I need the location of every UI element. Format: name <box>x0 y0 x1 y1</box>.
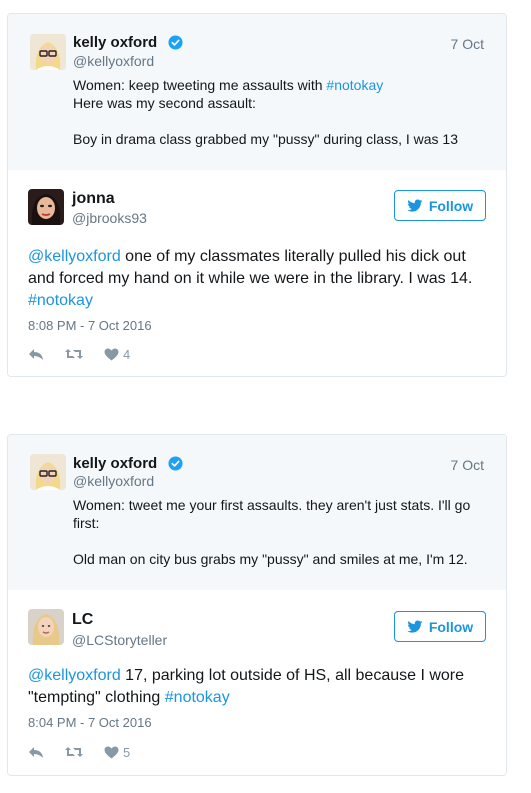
twitter-bird-icon <box>407 619 423 633</box>
hashtag-link[interactable]: #notokay <box>28 292 93 309</box>
retweet-icon[interactable] <box>64 745 84 759</box>
reply-text: @kellyoxford 17, parking lot outside of … <box>28 665 482 709</box>
like-count: 4 <box>123 346 131 362</box>
author-handle[interactable]: @kellyoxford <box>73 473 154 489</box>
like-count: 5 <box>123 744 131 760</box>
tweet-date[interactable]: 7 Oct <box>451 457 484 473</box>
follow-button[interactable]: Follow <box>394 611 486 642</box>
author-name[interactable]: LC <box>72 611 93 629</box>
tweet-date[interactable]: 7 Oct <box>451 36 484 52</box>
quoted-text: Women: keep tweeting me assaults with #n… <box>73 76 482 148</box>
author-name[interactable]: kelly oxford <box>73 34 157 51</box>
reply-tweet: LC @LCStoryteller Follow @kellyoxford 17… <box>8 590 506 775</box>
heart-icon <box>104 347 119 361</box>
quoted-text: Women: tweet me your first assaults. the… <box>73 497 471 567</box>
timestamp[interactable]: 8:08 PM - 7 Oct 2016 <box>28 318 152 333</box>
quoted-text-part: Here was my second assault: Boy in drama… <box>73 95 458 147</box>
tweet-card-1: kelly oxford @kellyoxford 7 Oct Women: k… <box>7 13 507 377</box>
quoted-text-part: Women: keep tweeting me assaults with <box>73 77 327 93</box>
twitter-bird-icon <box>407 198 423 212</box>
verified-icon <box>168 456 183 471</box>
avatar[interactable] <box>28 189 64 225</box>
mention-link[interactable]: @kellyoxford <box>28 248 121 265</box>
follow-label: Follow <box>428 618 474 635</box>
reply-icon[interactable] <box>28 347 44 361</box>
author-name[interactable]: kelly oxford <box>73 455 157 472</box>
author-handle[interactable]: @kellyoxford <box>73 53 154 69</box>
quoted-tweet[interactable]: kelly oxford @kellyoxford 7 Oct Women: k… <box>8 14 506 170</box>
reply-icon[interactable] <box>28 745 44 759</box>
action-bar: 5 <box>28 743 130 761</box>
avatar[interactable] <box>28 609 64 645</box>
verified-icon <box>168 35 183 50</box>
like-action[interactable]: 5 <box>104 745 130 760</box>
timestamp[interactable]: 8:04 PM - 7 Oct 2016 <box>28 715 152 730</box>
action-bar: 4 <box>28 345 130 363</box>
avatar[interactable] <box>30 34 66 70</box>
heart-icon <box>104 745 119 759</box>
author-name[interactable]: jonna <box>72 190 115 208</box>
avatar[interactable] <box>30 454 66 490</box>
hashtag-link[interactable]: #notokay <box>165 689 230 706</box>
reply-text: @kellyoxford one of my classmates litera… <box>28 246 482 312</box>
follow-label: Follow <box>428 197 474 214</box>
hashtag-link[interactable]: #notokay <box>326 77 383 93</box>
quoted-tweet[interactable]: kelly oxford @kellyoxford 7 Oct Women: t… <box>8 435 506 590</box>
reply-tweet: jonna @jbrooks93 Follow @kellyoxford one… <box>8 170 506 376</box>
author-handle[interactable]: @jbrooks93 <box>72 210 147 226</box>
author-handle[interactable]: @LCStoryteller <box>72 632 167 648</box>
like-action[interactable]: 4 <box>104 347 130 362</box>
mention-link[interactable]: @kellyoxford <box>28 667 121 684</box>
follow-button[interactable]: Follow <box>394 190 486 221</box>
retweet-icon[interactable] <box>64 347 84 361</box>
tweet-card-2: kelly oxford @kellyoxford 7 Oct Women: t… <box>7 434 507 776</box>
